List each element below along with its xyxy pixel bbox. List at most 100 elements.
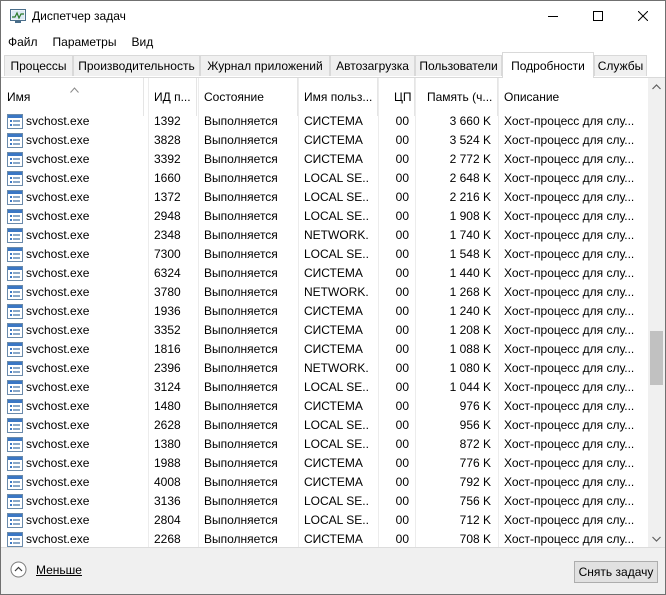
table-row[interactable]: svchost.exe 4008 Выполняется СИСТЕМА 00 792 K… (1, 473, 648, 492)
table-row[interactable]: svchost.exe 3828 Выполняется СИСТЕМА 00 3 524… (1, 131, 648, 150)
menu-file[interactable]: Файл (1, 35, 45, 49)
table-row[interactable]: svchost.exe 1392 Выполняется СИСТЕМА 00 3 660… (1, 112, 648, 131)
vertical-scrollbar[interactable] (648, 78, 665, 547)
task-manager-icon (10, 9, 26, 23)
process-memory: 1 440 K (449, 266, 491, 280)
close-button[interactable] (620, 1, 665, 31)
task-manager-window: Диспетчер задач Файл Параметры Вид Проце… (0, 0, 666, 595)
table-row[interactable]: svchost.exe 6324 Выполняется СИСТЕМА 00 1 440… (1, 264, 648, 283)
table-header: Имя ИД п... Состояние Имя польз... ЦП Па… (1, 78, 648, 116)
table-row[interactable]: svchost.exe 1816 Выполняется СИСТЕМА 00 1 088… (1, 340, 648, 359)
process-description: Хост-процесс для слу... (504, 114, 634, 128)
process-cpu: 00 (395, 361, 409, 375)
process-user: СИСТЕМА (304, 342, 363, 356)
process-window-icon (7, 209, 23, 224)
table-row[interactable]: svchost.exe 3352 Выполняется СИСТЕМА 00 1 208… (1, 321, 648, 340)
process-pid: 2268 (154, 532, 181, 546)
chevron-down-icon (652, 536, 661, 542)
process-cpu: 00 (395, 266, 409, 280)
process-window-icon (7, 456, 23, 471)
tab-startup[interactable]: Автозагрузка (330, 55, 415, 76)
process-memory: 956 K (459, 418, 491, 432)
column-header-label: Память (ч... (427, 90, 493, 104)
table-row[interactable]: svchost.exe 1988 Выполняется СИСТЕМА 00 776 K… (1, 454, 648, 473)
menu-view[interactable]: Вид (123, 35, 160, 49)
column-header-name[interactable]: Имя (1, 78, 144, 116)
column-header-user[interactable]: Имя польз... (298, 78, 378, 116)
table-row[interactable]: svchost.exe 1480 Выполняется СИСТЕМА 00 976 K… (1, 397, 648, 416)
table-row[interactable]: svchost.exe 2268 Выполняется СИСТЕМА 00 708 K… (1, 530, 648, 547)
tab-app-history[interactable]: Журнал приложений (200, 55, 330, 76)
table-row[interactable]: svchost.exe 1936 Выполняется СИСТЕМА 00 1 240… (1, 302, 648, 321)
table-row[interactable]: svchost.exe 2804 Выполняется LOCAL SE... 00 7… (1, 511, 648, 530)
process-pid: 6324 (154, 266, 181, 280)
scrollbar-thumb[interactable] (650, 331, 663, 386)
process-description: Хост-процесс для слу... (504, 494, 634, 508)
tab-performance[interactable]: Производительность (73, 55, 200, 76)
process-window-icon (7, 342, 23, 357)
table-row[interactable]: svchost.exe 1372 Выполняется LOCAL SE... 00 2… (1, 188, 648, 207)
process-user: СИСТЕМА (304, 152, 363, 166)
column-header-label: ИД п... (154, 90, 191, 104)
column-header-pid[interactable]: ИД п... (148, 78, 197, 116)
table-row[interactable]: svchost.exe 2628 Выполняется LOCAL SE... 00 9… (1, 416, 648, 435)
process-name: svchost.exe (26, 475, 90, 489)
table-row[interactable]: svchost.exe 1660 Выполняется LOCAL SE... 00 2… (1, 169, 648, 188)
process-window-icon (7, 380, 23, 395)
column-header-state[interactable]: Состояние (198, 78, 298, 116)
process-state: Выполняется (204, 133, 278, 147)
table-row[interactable]: svchost.exe 2348 Выполняется NETWORK... 00 1 … (1, 226, 648, 245)
table-row[interactable]: svchost.exe 3136 Выполняется LOCAL SE... 00 7… (1, 492, 648, 511)
table-row[interactable]: svchost.exe 7300 Выполняется LOCAL SE... 00 1… (1, 245, 648, 264)
maximize-button[interactable] (575, 1, 620, 31)
process-state: Выполняется (204, 437, 278, 451)
process-name: svchost.exe (26, 380, 90, 394)
scroll-up-button[interactable] (648, 78, 665, 95)
process-memory: 756 K (459, 494, 491, 508)
column-header-label: Имя (7, 90, 31, 104)
column-header-description[interactable]: Описание (498, 78, 648, 116)
menu-options[interactable]: Параметры (45, 35, 124, 49)
tab-details[interactable]: Подробности (502, 52, 594, 78)
process-memory: 1 080 K (449, 361, 491, 375)
process-user: СИСТЕМА (304, 266, 363, 280)
process-description: Хост-процесс для слу... (504, 304, 634, 318)
process-pid: 1480 (154, 399, 181, 413)
process-state: Выполняется (204, 456, 278, 470)
process-window-icon (7, 114, 23, 129)
process-description: Хост-процесс для слу... (504, 456, 634, 470)
table-row[interactable]: svchost.exe 3392 Выполняется СИСТЕМА 00 2 772… (1, 150, 648, 169)
process-memory: 3 660 K (449, 114, 491, 128)
process-window-icon (7, 304, 23, 319)
process-pid: 2396 (154, 361, 181, 375)
title-bar[interactable]: Диспетчер задач (1, 1, 665, 32)
scroll-down-button[interactable] (648, 530, 665, 547)
table-row[interactable]: svchost.exe 2396 Выполняется NETWORK... 00 1 … (1, 359, 648, 378)
process-cpu: 00 (395, 437, 409, 451)
fewer-details-button[interactable]: Меньше (10, 561, 82, 578)
table-row[interactable]: svchost.exe 2948 Выполняется LOCAL SE... 00 1… (1, 207, 648, 226)
tab-users[interactable]: Пользователи (415, 55, 502, 76)
process-state: Выполняется (204, 342, 278, 356)
process-state: Выполняется (204, 361, 278, 375)
process-name: svchost.exe (26, 114, 90, 128)
process-state: Выполняется (204, 171, 278, 185)
table-row[interactable]: svchost.exe 3124 Выполняется LOCAL SE... 00 1… (1, 378, 648, 397)
column-header-memory[interactable]: Память (ч... (415, 78, 498, 116)
table-row[interactable]: svchost.exe 1380 Выполняется LOCAL SE... 00 8… (1, 435, 648, 454)
process-pid: 4008 (154, 475, 181, 489)
process-pid: 3136 (154, 494, 181, 508)
tab-services[interactable]: Службы (594, 55, 647, 76)
process-state: Выполняется (204, 418, 278, 432)
minimize-button[interactable] (530, 1, 575, 31)
tab-processes[interactable]: Процессы (4, 55, 73, 76)
process-user: LOCAL SE... (304, 494, 369, 508)
column-header-cpu[interactable]: ЦП (378, 78, 415, 116)
process-description: Хост-процесс для слу... (504, 228, 634, 242)
column-header-label: ЦП (394, 90, 412, 104)
process-name: svchost.exe (26, 285, 90, 299)
table-row[interactable]: svchost.exe 3780 Выполняется NETWORK... 00 1 … (1, 283, 648, 302)
end-task-button[interactable]: Снять задачу (574, 561, 658, 583)
process-memory: 872 K (459, 437, 491, 451)
process-window-icon (7, 532, 23, 547)
